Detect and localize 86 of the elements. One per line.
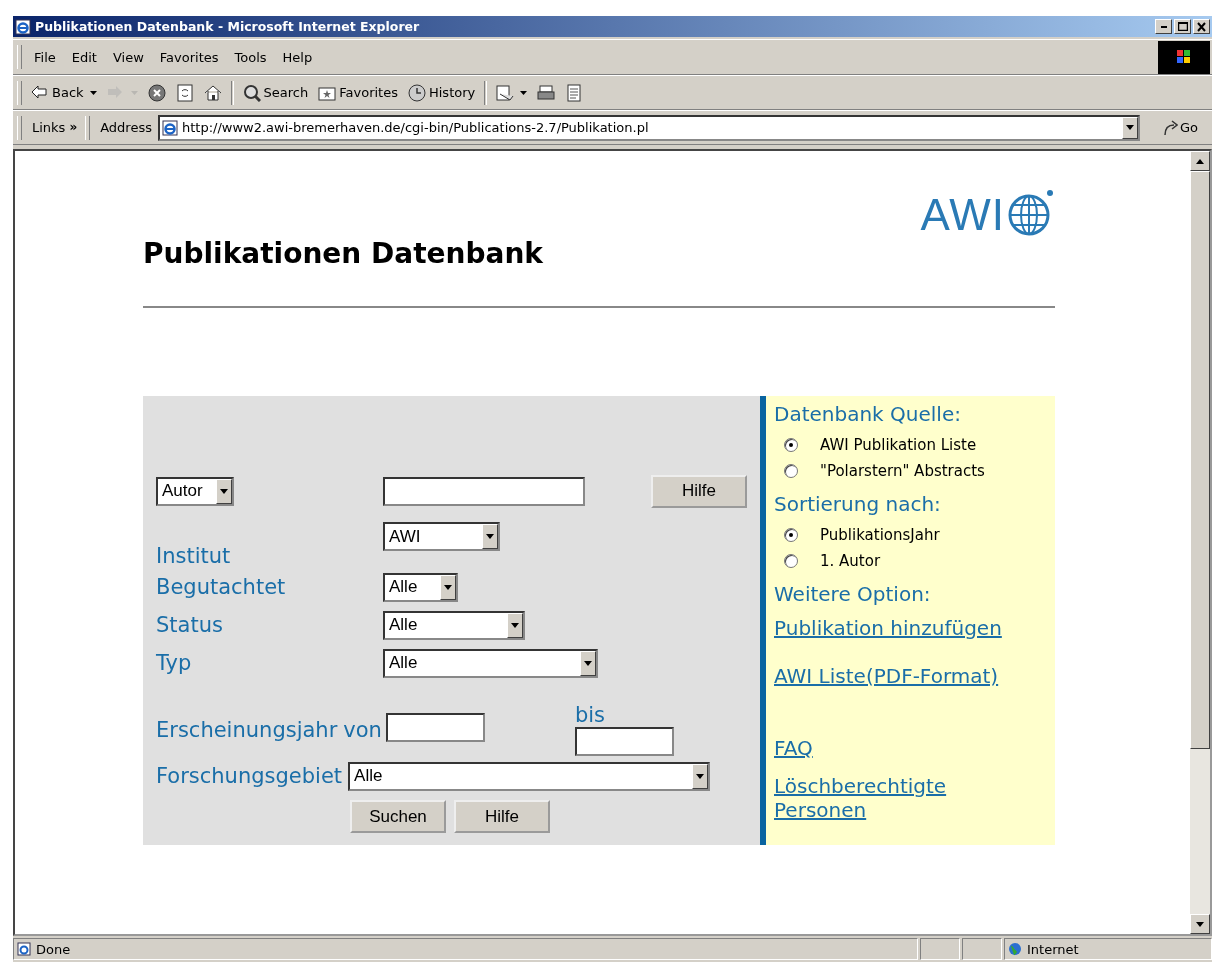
- field-label: Typ: [156, 651, 193, 675]
- menu-item[interactable]: Help: [274, 49, 321, 65]
- search-icon: [242, 83, 261, 102]
- search-field[interactable]: [383, 476, 585, 506]
- printer-icon: [537, 83, 556, 102]
- back-button[interactable]: Back: [26, 81, 102, 104]
- option-label: 1. Autor: [820, 552, 881, 570]
- section-heading: Datenbank Quelle:: [774, 402, 961, 426]
- to-label: bis: [574, 703, 605, 727]
- field-label: Forschungsgebiet: [156, 764, 343, 788]
- dropdown[interactable]: AWI: [383, 522, 500, 551]
- year-to-field[interactable]: [574, 727, 674, 756]
- help-button[interactable]: Hilfe: [454, 800, 550, 833]
- help-button[interactable]: Hilfe: [651, 474, 747, 508]
- page-icon: [17, 942, 31, 956]
- scrollbar-thumb[interactable]: [1190, 171, 1210, 749]
- minimize-button[interactable]: [1155, 19, 1172, 34]
- year-from-field[interactable]: [385, 713, 485, 742]
- maximize-button[interactable]: [1174, 19, 1191, 34]
- close-button[interactable]: [1193, 19, 1210, 34]
- clock-icon: [407, 83, 426, 102]
- status-pane: [962, 938, 1002, 960]
- search-button[interactable]: Suchen: [350, 800, 446, 833]
- scroll-down-button[interactable]: [1190, 914, 1210, 934]
- zone-label: Internet: [1027, 941, 1079, 957]
- document-icon: [565, 83, 584, 102]
- windows-flag-icon: [1175, 49, 1193, 65]
- vertical-scrollbar[interactable]: [1190, 151, 1210, 934]
- scroll-up-button[interactable]: [1190, 151, 1210, 171]
- search-button[interactable]: Search: [237, 81, 314, 104]
- menu-item[interactable]: Edit: [63, 49, 105, 65]
- link[interactable]: FAQ: [774, 736, 813, 760]
- go-button[interactable]: Go: [1141, 119, 1210, 136]
- link[interactable]: Publikation hinzufügen: [774, 616, 1002, 640]
- menu-item[interactable]: View: [104, 49, 152, 65]
- radio-button[interactable]: [784, 554, 798, 568]
- dropdown[interactable]: Alle: [383, 572, 458, 602]
- radio-button[interactable]: [784, 528, 798, 542]
- envelope-icon: [496, 83, 515, 102]
- radio-button[interactable]: [784, 438, 798, 452]
- minimize-icon: [1160, 25, 1167, 28]
- awi-logo: AWI: [920, 173, 1055, 237]
- option-label: "Polarstern" Abstracts: [820, 462, 985, 480]
- down-arrow-icon: [1196, 921, 1204, 927]
- refresh-icon: [175, 83, 194, 102]
- dropdown[interactable]: Autor: [156, 476, 234, 506]
- status-text: Done: [36, 941, 71, 957]
- house-icon: [203, 83, 222, 102]
- curved-arrow-icon: [1161, 119, 1178, 136]
- dropdown-caret-icon: [520, 90, 528, 95]
- option-label: AWI Publikation Liste: [820, 436, 977, 454]
- dropdown[interactable]: Alle: [383, 648, 598, 678]
- dropdown[interactable]: Alle: [383, 610, 525, 640]
- ie-logo-icon: [15, 18, 31, 35]
- globe-icon: [1008, 942, 1022, 956]
- links-button[interactable]: Links »: [28, 120, 82, 135]
- maximize-icon: [1177, 22, 1188, 31]
- link[interactable]: Löschberechtigte Personen: [774, 774, 1004, 822]
- field-label: Institut: [156, 544, 232, 568]
- section-heading: Weitere Option:: [774, 582, 931, 606]
- field-label: Begutachtet: [156, 575, 287, 599]
- dropdown-caret-icon: [89, 90, 97, 95]
- page-heading: Publikationen Datenbank: [143, 237, 544, 270]
- menu-item[interactable]: File: [26, 49, 64, 65]
- section-heading: Sortierung nach:: [774, 492, 941, 516]
- radio-button[interactable]: [784, 464, 798, 478]
- option-label: PublikationsJahr: [820, 526, 940, 544]
- status-pane: [920, 938, 960, 960]
- menu-item[interactable]: Tools: [226, 49, 275, 65]
- address-label: Address: [99, 120, 153, 135]
- field-label: Status: [156, 613, 224, 637]
- dropdown[interactable]: Alle: [348, 761, 711, 791]
- dropdown-caret-icon: [130, 90, 138, 95]
- address-field[interactable]: http://www2.awi-bremerhaven.de/cgi-bin/Publications-2.7/Publikation.pl: [157, 114, 1140, 141]
- globe-icon: [1007, 189, 1055, 237]
- window-title: Publikationen Datenbank - Microsoft Internet Explorer: [35, 19, 421, 34]
- favorites-button[interactable]: Favorites: [313, 81, 403, 104]
- ie-page-icon: [161, 119, 178, 136]
- menu-item[interactable]: Favorites: [151, 49, 227, 65]
- up-arrow-icon: [1196, 158, 1204, 164]
- field-label: Erscheinungsjahr: [156, 718, 338, 742]
- stop-icon: [147, 83, 166, 102]
- close-icon: [1197, 21, 1206, 32]
- from-label: von: [343, 718, 382, 742]
- history-button[interactable]: History: [402, 81, 481, 104]
- link[interactable]: AWI Liste(PDF-Format): [774, 664, 999, 688]
